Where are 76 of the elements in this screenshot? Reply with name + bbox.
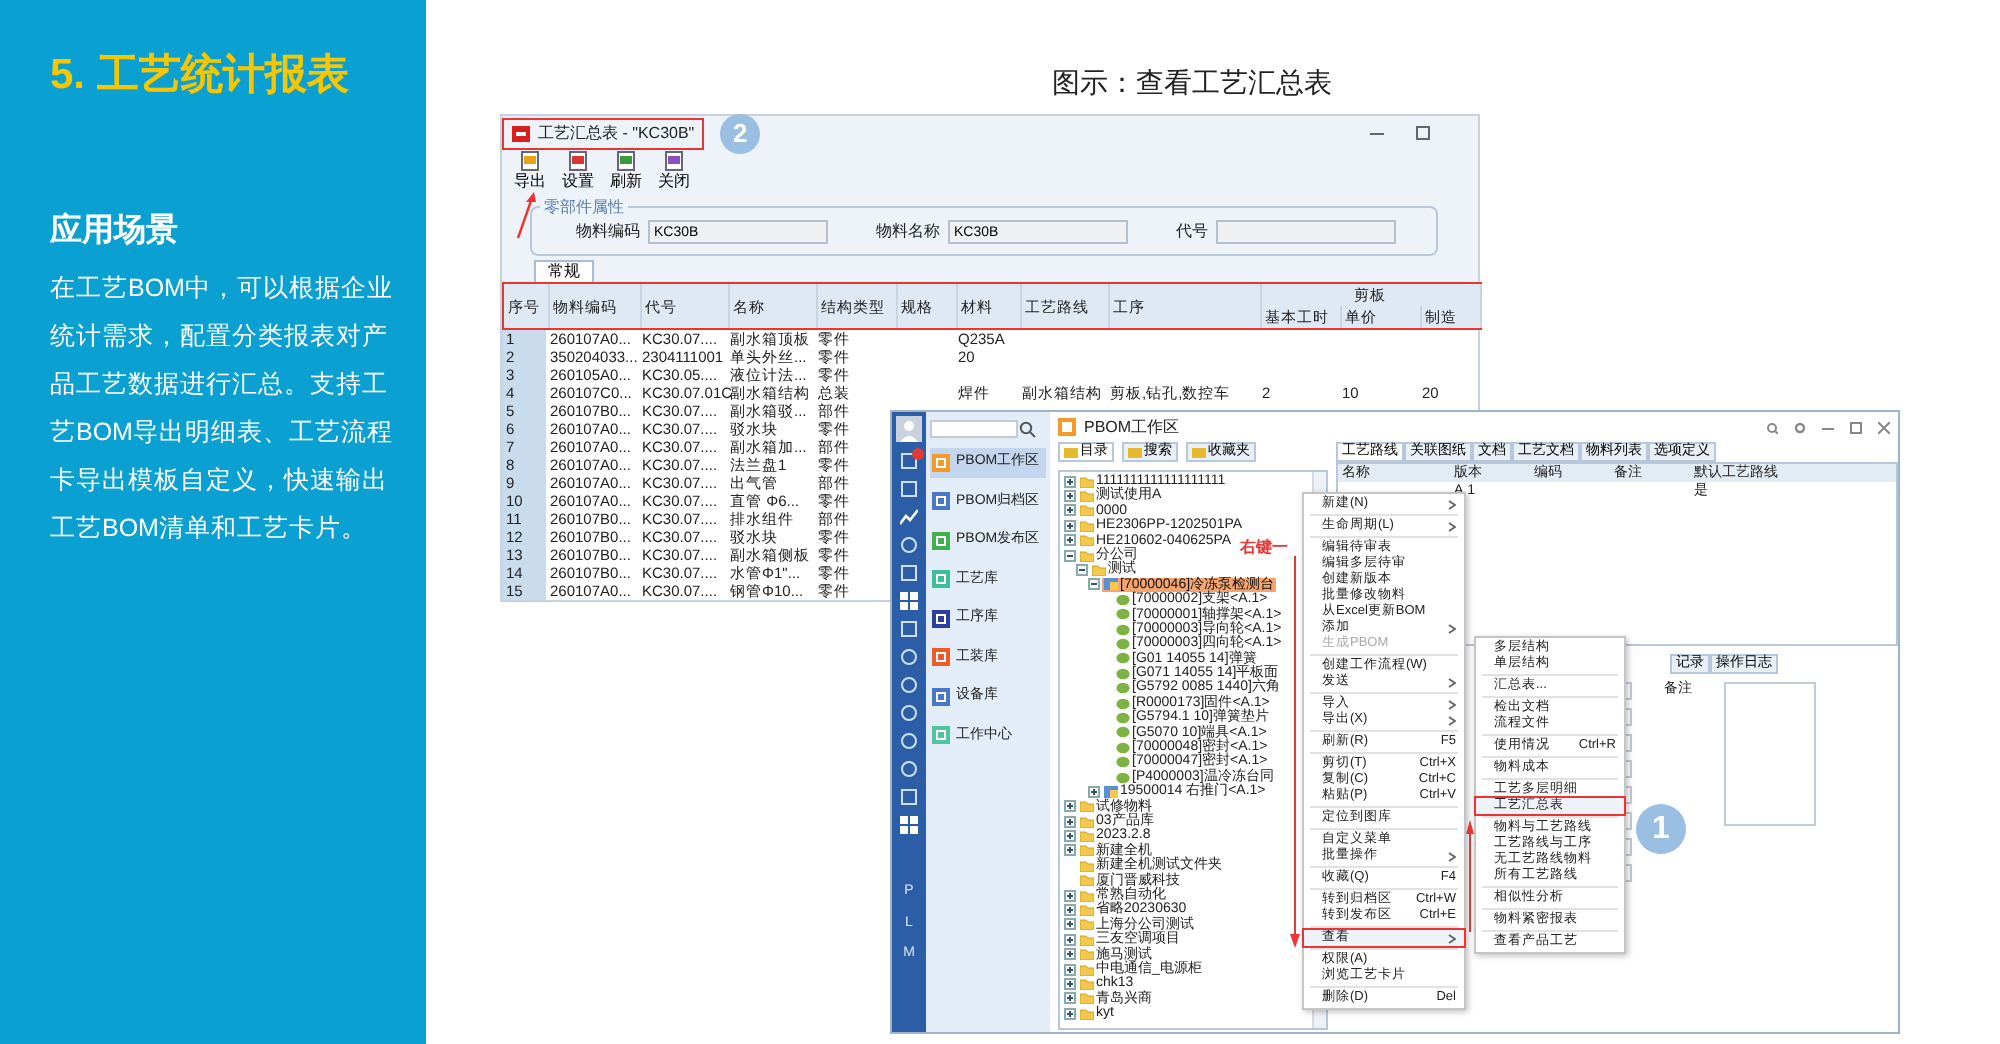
close-icon[interactable]: [1878, 421, 1890, 433]
expander-icon[interactable]: [1064, 549, 1076, 562]
expander-icon[interactable]: [1064, 904, 1076, 917]
expander-icon[interactable]: [1064, 844, 1076, 857]
circle-icon[interactable]: [900, 704, 918, 722]
expander-icon[interactable]: [1064, 889, 1076, 902]
chart-icon[interactable]: [900, 508, 918, 526]
document-icon: [664, 150, 684, 172]
expander-icon[interactable]: [1064, 490, 1076, 503]
expander-icon[interactable]: [1064, 977, 1076, 990]
step-badge: 1: [1636, 804, 1686, 854]
tab[interactable]: 常规: [534, 260, 594, 282]
description-text: 在工艺BOM中，可以根据企业统计需求，配置分类报表对产品工艺数据进行汇总。支持工艺BOM导出明细表、工艺流程卡导出模板自定义，快速输出工艺BOM清单和工艺卡片。: [50, 271, 395, 545]
square-icon[interactable]: [900, 564, 918, 582]
expander-icon[interactable]: [1064, 475, 1076, 488]
expander-icon[interactable]: [1064, 830, 1076, 843]
annotation-arrow: [514, 192, 538, 240]
folder-icon: [1128, 446, 1142, 458]
circle-icon[interactable]: [900, 648, 918, 666]
document-icon: [568, 150, 588, 172]
maximize-icon[interactable]: [1850, 421, 1862, 433]
expander-icon[interactable]: [1064, 933, 1076, 946]
tiles-icon[interactable]: [900, 816, 918, 834]
app-icon: [512, 125, 530, 141]
toolbar-button[interactable]: 设置: [558, 150, 598, 194]
expander-icon[interactable]: [1088, 578, 1100, 591]
expander-icon[interactable]: [1064, 504, 1076, 517]
circle-icon[interactable]: [900, 732, 918, 750]
note-field[interactable]: [1724, 682, 1816, 826]
field-label: 代号: [1176, 220, 1208, 244]
step-badge: 2: [720, 113, 761, 153]
document-icon: [520, 150, 540, 172]
square-icon[interactable]: [900, 620, 918, 638]
window-title: 工艺汇总表 - "KC30B": [538, 121, 695, 145]
folder-icon: [1064, 446, 1078, 458]
expander-icon[interactable]: [1064, 963, 1076, 976]
expander-icon[interactable]: [1076, 564, 1088, 577]
expander-icon[interactable]: [1088, 785, 1100, 798]
expander-icon[interactable]: [1064, 800, 1076, 813]
annotation-label: 右键一: [1240, 536, 1288, 560]
field-label: 物料名称: [876, 220, 940, 244]
expander-icon[interactable]: [1064, 1007, 1076, 1020]
tiles-icon[interactable]: [900, 592, 918, 610]
expander-icon[interactable]: [1064, 918, 1076, 931]
square-icon[interactable]: [900, 480, 918, 498]
expander-icon[interactable]: [1064, 992, 1076, 1005]
maximize-icon[interactable]: [1416, 126, 1430, 140]
gear-icon[interactable]: [1794, 421, 1806, 433]
circle-icon[interactable]: [900, 760, 918, 778]
section-heading: 应用场景: [50, 210, 180, 251]
assembly-icon: [1104, 578, 1118, 591]
field-label: 物料编码: [576, 220, 640, 244]
input-field[interactable]: [1216, 220, 1396, 244]
panel-title: PBOM工作区: [1084, 415, 1180, 439]
toolbar-button[interactable]: 导出: [510, 150, 550, 194]
assembly-icon: [1104, 785, 1118, 798]
square-icon[interactable]: [900, 452, 918, 470]
expander-icon[interactable]: [1064, 815, 1076, 828]
search-icon[interactable]: [1766, 421, 1778, 433]
expander-icon[interactable]: [1064, 948, 1076, 961]
annotation-arrow: [1466, 820, 1474, 932]
group-title: 零部件属性: [540, 196, 628, 220]
folder-icon: [1192, 446, 1206, 458]
square-icon: [1058, 418, 1076, 436]
search-icon[interactable]: [1018, 420, 1036, 438]
expander-icon[interactable]: [1064, 534, 1076, 547]
caption: 图示：查看工艺汇总表: [1052, 64, 1332, 102]
document-icon: [616, 150, 636, 172]
circle-icon[interactable]: [900, 676, 918, 694]
search-field[interactable]: [930, 420, 1018, 438]
slide-title: 5. 工艺统计报表: [50, 50, 351, 102]
circle-icon[interactable]: [900, 536, 918, 554]
toolbar-button[interactable]: 刷新: [606, 150, 646, 194]
square-icon[interactable]: [900, 788, 918, 806]
toolbar-button[interactable]: 关闭: [654, 150, 694, 194]
expander-icon[interactable]: [1064, 519, 1076, 532]
